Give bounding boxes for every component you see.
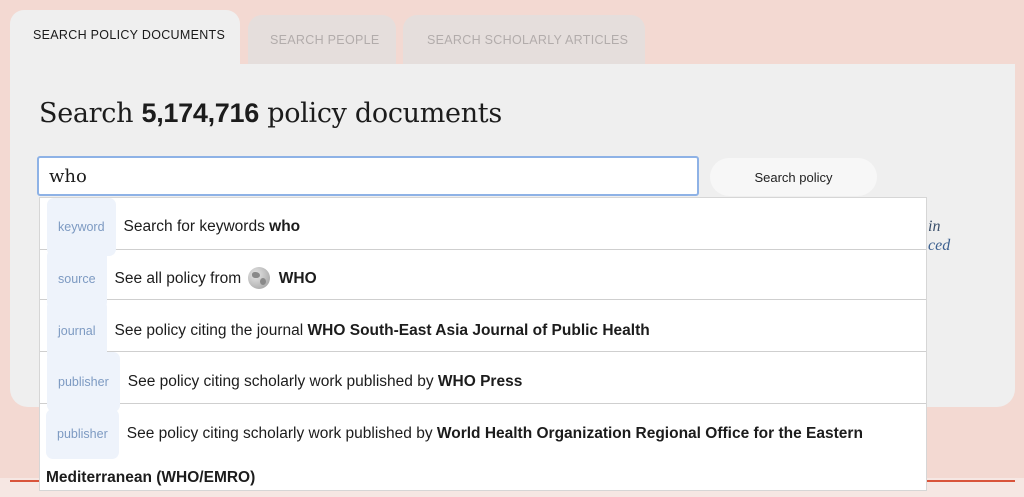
suggestion-bold: WHO South-East Asia Journal of Public He… (307, 322, 650, 340)
page-title: Search 5,174,716 policy documents (39, 98, 502, 129)
suggestion-source[interactable]: source See all policy from WHO (40, 249, 926, 309)
partially-hidden-text-1: in (928, 218, 941, 235)
search-panel-top (230, 64, 1015, 84)
suggestion-badge: publisher (47, 352, 120, 412)
headline-suffix: policy documents (267, 98, 502, 129)
suggestion-text: See policy citing the journal (114, 322, 308, 340)
suggestion-publisher-who-press[interactable]: publisher See policy citing scholarly wor… (40, 352, 926, 412)
suggestion-bold: WHO (278, 270, 317, 288)
search-policy-button[interactable]: Search policy (710, 158, 877, 196)
suggestion-text: Search for keywords (123, 218, 270, 236)
suggestion-text: See policy citing scholarly work publish… (127, 373, 438, 391)
tab-search-policy-documents[interactable]: SEARCH POLICY DOCUMENTS (10, 10, 240, 66)
suggestion-bold: who (269, 218, 301, 236)
tab-search-people[interactable]: SEARCH PEOPLE (248, 15, 396, 71)
suggestion-keyword[interactable]: keyword Search for keywords who (40, 198, 926, 256)
suggestion-journal[interactable]: journal See policy citing the journal WHO… (40, 300, 926, 362)
document-count: 5,174,716 (141, 98, 260, 128)
autocomplete-dropdown: keyword Search for keywords who source See… (39, 197, 927, 491)
suggestion-bold: WHO Press (437, 373, 523, 391)
search-input[interactable] (37, 156, 699, 196)
suggestion-publisher-who-emro[interactable]: publisher See policy citing scholarly wor… (40, 404, 926, 492)
suggestion-badge: keyword (47, 198, 116, 256)
headline-prefix: Search (39, 98, 134, 129)
globe-icon (248, 267, 271, 289)
suggestion-text: See all policy from (114, 270, 246, 288)
tab-search-scholarly-articles[interactable]: SEARCH SCHOLARLY ARTICLES (403, 15, 645, 71)
partially-hidden-link[interactable]: ced (928, 237, 950, 255)
suggestion-badge: publisher (46, 409, 119, 459)
suggestion-text: See policy citing scholarly work publish… (126, 425, 437, 443)
